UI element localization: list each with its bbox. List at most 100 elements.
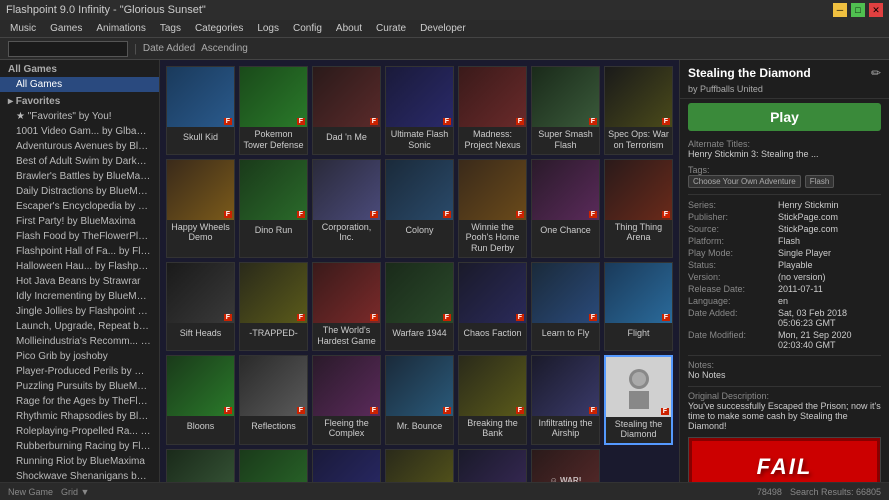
game-card-11[interactable]: FWinnie the Pooh's Home Run Derby <box>458 159 527 258</box>
game-title-8: Dino Run <box>253 220 295 242</box>
notes-value: No Notes <box>688 370 881 380</box>
game-thumb-text-1 <box>272 95 276 99</box>
game-card-4[interactable]: FMadness: Project Nexus <box>458 66 527 155</box>
game-card-2[interactable]: FDad 'n Me <box>312 66 381 155</box>
play-button[interactable]: Play <box>688 103 881 131</box>
game-card-29[interactable]: FBush Shoot-Out <box>239 449 308 482</box>
menu-item-config[interactable]: Config <box>287 22 328 35</box>
sidebar-item-7[interactable]: First Party! by BlueMaxima <box>0 214 159 229</box>
maximize-button[interactable]: □ <box>851 3 865 17</box>
game-thumb-text-25 <box>491 384 495 388</box>
game-card-5[interactable]: FSuper Smash Flash <box>531 66 600 155</box>
menu-item-animations[interactable]: Animations <box>90 22 151 35</box>
game-card-21[interactable]: FBloons <box>166 355 235 446</box>
menu-item-tags[interactable]: Tags <box>154 22 187 35</box>
sidebar-item-14[interactable]: Launch, Upgrade, Repeat by nosamu <box>0 319 159 334</box>
sidebar-item-23[interactable]: Running Riot by BlueMaxima <box>0 454 159 469</box>
sidebar-item-21[interactable]: Roleplaying-Propelled Ra... by BlueMa... <box>0 424 159 439</box>
game-thumb-5: F <box>532 67 599 127</box>
close-button[interactable]: ✕ <box>869 3 883 17</box>
sidebar-item-18[interactable]: Puzzling Pursuits by BlueMaxima <box>0 379 159 394</box>
sidebar-item-20[interactable]: Rhythmic Rhapsodies by BlueMaxima <box>0 409 159 424</box>
game-card-27[interactable]: FStealing the Diamond <box>604 355 673 446</box>
game-card-16[interactable]: FThe World's Hardest Game <box>312 262 381 351</box>
sidebar-item-12[interactable]: Idly Incrementing by BlueMaxima <box>0 289 159 304</box>
game-card-26[interactable]: FInfiltrating the Airship <box>531 355 600 446</box>
menu-item-curate[interactable]: Curate <box>370 22 412 35</box>
game-thumb-31: F <box>386 450 453 482</box>
sidebar-item-19[interactable]: Rage for the Ages by TheFlowerPlayer <box>0 394 159 409</box>
sidebar-item-4[interactable]: Brawler's Battles by BlueMaxima <box>0 169 159 184</box>
sidebar-item-17[interactable]: Player-Produced Perils by BlueMaxima <box>0 364 159 379</box>
menu-item-about[interactable]: About <box>330 22 368 35</box>
game-card-10[interactable]: FColony <box>385 159 454 258</box>
release-row: Release Date: 2011-07-11 <box>688 283 881 295</box>
version-value: (no version) <box>778 271 881 283</box>
date-added-label[interactable]: Date Added <box>143 43 195 54</box>
sidebar-item-9[interactable]: Flashpoint Hall of Fa... by Flashpoint S… <box>0 244 159 259</box>
game-thumb-text-15 <box>272 291 276 295</box>
game-card-30[interactable]: FHeli Attack 3 <box>312 449 381 482</box>
sidebar-item-13[interactable]: Jingle Jollies by Flashpoint Community <box>0 304 159 319</box>
sidebar-item-3[interactable]: Best of Adult Swim by DarkMoe <box>0 154 159 169</box>
game-card-24[interactable]: FMr. Bounce <box>385 355 454 446</box>
game-card-7[interactable]: FHappy Wheels Demo <box>166 159 235 258</box>
menu-item-categories[interactable]: Categories <box>189 22 249 35</box>
game-card-22[interactable]: FReflections <box>239 355 308 446</box>
game-card-23[interactable]: FFleeing the Complex <box>312 355 381 446</box>
menu-item-games[interactable]: Games <box>44 22 88 35</box>
sidebar-item-1[interactable]: 1001 Video Gam... by Glbas Wearing Bro..… <box>0 124 159 139</box>
date-added-label: Date Added: <box>688 307 778 329</box>
game-card-19[interactable]: FLearn to Fly <box>531 262 600 351</box>
game-card-1[interactable]: FPokemon Tower Defense <box>239 66 308 155</box>
game-card-28[interactable]: FMud and Blood 2 <box>166 449 235 482</box>
game-card-8[interactable]: FDino Run <box>239 159 308 258</box>
game-card-15[interactable]: F-TRAPPED- <box>239 262 308 351</box>
game-card-6[interactable]: FSpec Ops: War on Terrorism <box>604 66 673 155</box>
game-card-20[interactable]: FFlight <box>604 262 673 351</box>
game-card-0[interactable]: FSkull Kid <box>166 66 235 155</box>
sidebar-item-10[interactable]: Halloween Hau... by Flashpoint Commu... <box>0 259 159 274</box>
game-card-12[interactable]: FOne Chance <box>531 159 600 258</box>
fail-image: FAIL <box>689 438 880 482</box>
menu-item-logs[interactable]: Logs <box>251 22 285 35</box>
game-card-31[interactable]: FWord $ <box>385 449 454 482</box>
game-card-3[interactable]: FUltimate Flash Sonic <box>385 66 454 155</box>
search-input[interactable] <box>8 41 128 57</box>
game-title-12: One Chance <box>538 220 593 242</box>
sidebar-item-16[interactable]: Pico Grib by joshoby <box>0 349 159 364</box>
game-thumb-16: F <box>313 263 380 323</box>
edit-button[interactable]: ✏ <box>871 66 881 80</box>
date-added-value: Sat, 03 Feb 2018 05:06:23 GMT <box>778 307 881 329</box>
sidebar-item-2[interactable]: Adventurous Avenues by BlueMaxima <box>0 139 159 154</box>
sidebar-item-5[interactable]: Daily Distractions by BlueMaxima <box>0 184 159 199</box>
minimize-button[interactable]: ─ <box>833 3 847 17</box>
sidebar-item-15[interactable]: Mollieindustria's Recomm... by Mollind..… <box>0 334 159 349</box>
grid-button[interactable]: Grid ▼ <box>61 487 89 497</box>
tag-choose[interactable]: Choose Your Own Adventure <box>688 175 801 188</box>
tag-flash[interactable]: Flash <box>805 175 835 188</box>
menu-item-developer[interactable]: Developer <box>414 22 472 35</box>
game-card-33[interactable]: ☺ WAR!FSmiley War! <box>531 449 600 482</box>
sidebar-item-22[interactable]: Rubberburning Racing by Flashpoint Staff <box>0 439 159 454</box>
sidebar-item-0[interactable]: ★ "Favorites" by You! <box>0 109 159 124</box>
game-card-32[interactable]: FDivine Intervention <box>458 449 527 482</box>
sidebar-item-24[interactable]: Shockwave Shenanigans by BlueMaxima <box>0 469 159 482</box>
sidebar-item-11[interactable]: Hot Java Beans by Strawrar <box>0 274 159 289</box>
ascending-label[interactable]: Ascending <box>201 43 248 54</box>
new-game-button[interactable]: New Game <box>8 487 53 497</box>
game-card-13[interactable]: FThing Thing Arena <box>604 159 673 258</box>
game-detail-studio: by Puffballs United <box>688 84 811 94</box>
game-card-9[interactable]: FCorporation, Inc. <box>312 159 381 258</box>
flash-badge-21: F <box>224 407 232 414</box>
menu-item-music[interactable]: Music <box>4 22 42 35</box>
sidebar-all-games[interactable]: All Games <box>0 77 159 92</box>
game-card-14[interactable]: FSift Heads <box>166 262 235 351</box>
game-card-25[interactable]: FBreaking the Bank <box>458 355 527 446</box>
game-card-17[interactable]: FWarfare 1944 <box>385 262 454 351</box>
game-thumb-15: F <box>240 263 307 323</box>
sidebar-item-6[interactable]: Escaper's Encyclopedia by BlueMaxima <box>0 199 159 214</box>
game-card-18[interactable]: FChaos Faction <box>458 262 527 351</box>
separator <box>688 194 881 195</box>
sidebar-item-8[interactable]: Flash Food by TheFlowerPlayer <box>0 229 159 244</box>
